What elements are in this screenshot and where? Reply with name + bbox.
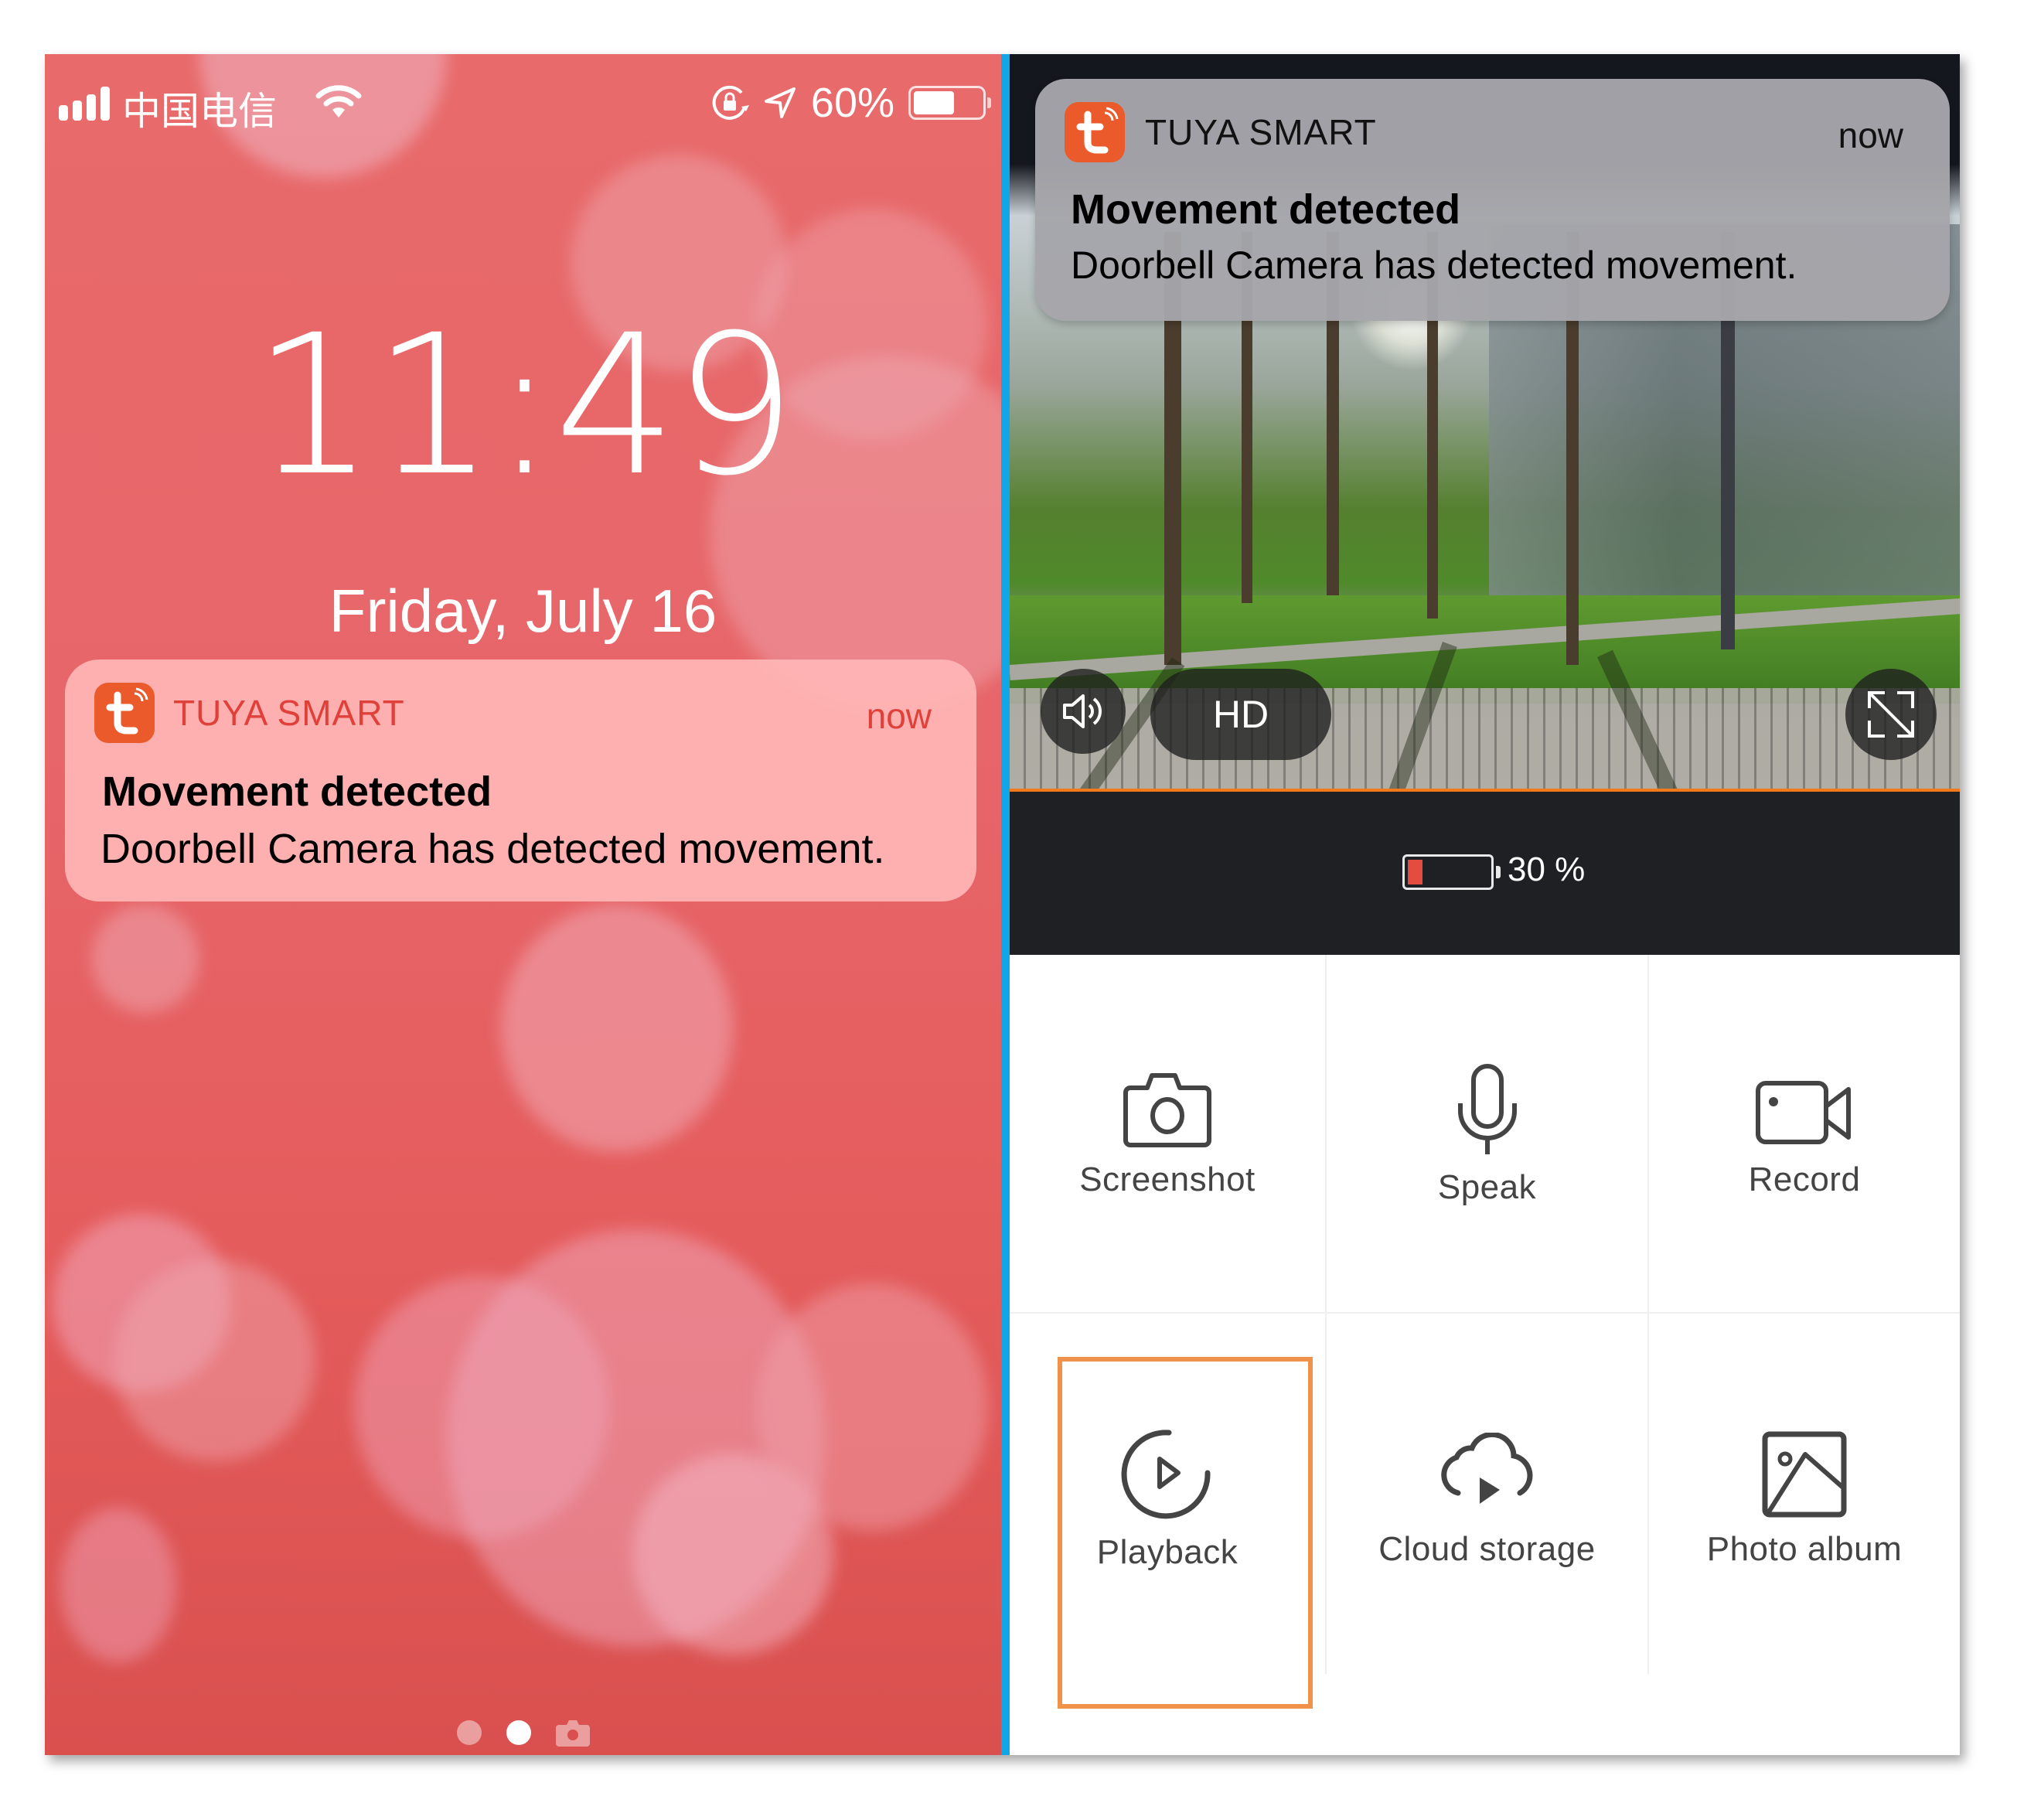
action-label: Cloud storage: [1378, 1530, 1596, 1568]
notification-time: now: [866, 696, 932, 736]
tuya-app-icon: [1065, 102, 1125, 162]
photo-icon: [1762, 1431, 1847, 1518]
bokeh-decoration: [756, 1283, 988, 1531]
bokeh-decoration: [91, 905, 199, 1013]
status-right: 60%: [710, 79, 991, 127]
tuya-app-icon: [94, 683, 155, 743]
fullscreen-icon: [1868, 691, 1914, 738]
lock-date: Friday, July 16: [329, 577, 717, 645]
device-battery-label: 30 %: [1508, 850, 1586, 888]
page-dot-active[interactable]: [506, 1720, 531, 1745]
lock-screen: 中国电信 60% 11:49 Friday, July 16 TUYA SMAR…: [45, 54, 1001, 1755]
battery-icon: [908, 86, 991, 120]
rotation-lock-icon: [712, 85, 749, 120]
action-grid: Screenshot Speak Record Playback Cloud s…: [1010, 955, 1960, 1755]
app-notification-banner[interactable]: TUYA SMART now Movement detected Doorbel…: [1035, 79, 1950, 321]
video-camera-icon: [1756, 1081, 1851, 1144]
page-indicator: [45, 1719, 1001, 1747]
quality-button[interactable]: HD: [1150, 669, 1331, 760]
status-bar: 中国电信 60%: [45, 70, 1001, 134]
notification-app-name: TUYA SMART: [173, 693, 405, 733]
bokeh-decoration: [501, 905, 733, 1152]
cloud-play-icon: [1440, 1433, 1532, 1504]
notification-body: Doorbell Camera has detected movement.: [1071, 244, 1797, 287]
bokeh-decoration: [114, 1260, 315, 1461]
notification-title: Movement detected: [1071, 186, 1461, 233]
action-label: Photo album: [1706, 1530, 1903, 1568]
notification-body: Doorbell Camera has detected movement.: [101, 826, 885, 872]
action-label: Speak: [1437, 1168, 1537, 1206]
notification-title: Movement detected: [102, 769, 492, 815]
camera-app-screen: HD TUYA SMART now Movement detected Door…: [1010, 54, 1960, 1755]
screenshot-frame: 中国电信 60% 11:49 Friday, July 16 TUYA SMAR…: [45, 54, 1960, 1755]
page-dot[interactable]: [456, 1720, 482, 1745]
action-label: Record: [1748, 1161, 1861, 1198]
action-screenshot[interactable]: Screenshot: [1010, 1071, 1325, 1199]
lock-notification[interactable]: TUYA SMART now Movement detected Doorbel…: [65, 659, 976, 901]
fullscreen-button[interactable]: [1845, 669, 1937, 760]
action-photo-album[interactable]: Photo album: [1649, 1431, 1960, 1569]
action-speak[interactable]: Speak: [1327, 1063, 1647, 1207]
lock-time: 11:49: [252, 293, 796, 518]
camera-icon[interactable]: [555, 1719, 590, 1747]
signal-icon: [59, 87, 110, 121]
wifi-icon: [315, 85, 362, 118]
bokeh-decoration: [60, 1508, 176, 1662]
notification-time: now: [1838, 115, 1903, 155]
panel-divider: [1001, 54, 1010, 1755]
action-cloud-storage[interactable]: Cloud storage: [1327, 1433, 1647, 1569]
grid-divider: [1010, 1312, 1960, 1314]
action-label: Screenshot: [1079, 1161, 1256, 1198]
mute-button[interactable]: [1041, 669, 1126, 754]
battery-percent: 60%: [810, 80, 894, 126]
speaker-icon: [1063, 694, 1102, 728]
notification-app-name: TUYA SMART: [1145, 112, 1377, 152]
action-record[interactable]: Record: [1649, 1079, 1960, 1199]
quality-label: HD: [1212, 693, 1269, 736]
microphone-icon: [1457, 1064, 1517, 1154]
carrier-name: 中国电信: [122, 89, 277, 134]
device-battery-icon: [1402, 854, 1501, 890]
camera-icon: [1123, 1073, 1211, 1147]
playback-highlight-box: [1058, 1357, 1313, 1709]
location-icon: [764, 87, 796, 118]
